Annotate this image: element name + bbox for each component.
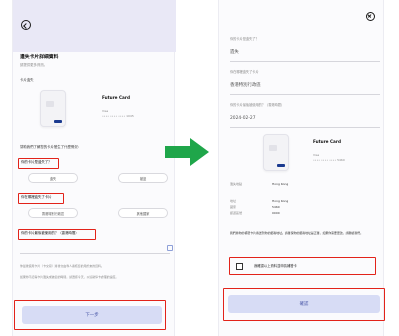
detail-label: 遺失地點 [230,182,243,186]
q2-option-hk-label: 香港特別行政區 [41,211,65,216]
close-icon[interactable] [366,12,375,21]
q1-option-lost[interactable]: 遺失 [28,173,78,183]
detail-value: 0000 [272,211,280,215]
back-arrow-icon[interactable] [21,20,31,30]
card-thumbnail [263,134,289,171]
q1-option-stolen[interactable]: 被盜 [118,173,168,183]
question-intro: 幫助我們了解您的卡片發生了什麼情況： [20,145,82,149]
card-number: •••• •••• •••• 5460 [313,158,345,162]
f2-divider [230,94,380,95]
page-title: 遺失卡片詳細資料 [20,55,59,60]
q1-option-lost-label: 遺失 [49,176,57,181]
visa-logo-icon [54,120,62,123]
card-name: Future Card [313,139,341,144]
calendar-icon[interactable] [167,245,173,251]
f3-label: 你的卡片最後被使用的？（香港時間） [230,103,285,107]
card-brand: Visa [313,153,320,157]
card-section-label: 卡片遺失 [20,78,34,82]
flow-arrow-icon [165,146,191,158]
card-thumbnail [40,90,66,127]
date-input[interactable] [20,253,170,254]
f2-value: 香港特別行政區 [230,83,261,88]
q3-label: 你的卡片最後被使用的？（香港時間） [21,231,79,235]
q1-option-stolen-label: 被盜 [139,176,147,181]
confirm-replacement-screen [218,0,384,336]
visa-logo-icon [277,164,285,167]
q2-label: 你在哪裡遺失了卡片 [21,195,52,199]
f3-value: 2024-02-27 [230,116,256,121]
card-chip-icon [269,145,277,151]
checkbox-label: 我確認以上資料並申請補發卡 [254,264,297,268]
card-chip-icon [46,101,54,107]
screen-header [13,0,176,52]
next-button[interactable]: 下一步 [22,306,162,324]
f1-value: 遺失 [230,50,239,55]
detail-value: 5460 [272,205,280,209]
f3-divider [230,127,380,128]
next-button-label: 下一步 [85,313,99,318]
q2-option-other-label: 其他國家 [136,211,150,216]
q2-option-other[interactable]: 其他國家 [118,208,168,218]
confirm-button[interactable]: 確認 [228,295,380,313]
card-brand: Visa [102,109,109,113]
detail-label: 地址 [230,199,237,203]
detail-label: 郵遞區號 [230,211,243,215]
note-line-1: 你最後使用卡片（卡交易）將會交由專人審核您的用於來的資料。 [20,264,104,268]
q2-option-hk[interactable]: 香港特別行政區 [28,208,78,218]
detail-label: 國家 [230,205,237,209]
card-name: Future Card [102,95,130,100]
page-subtitle: 請提供更多資訊。 [20,63,48,67]
flow-arrow-head-icon [190,138,209,166]
card-number: •••• •••• •••• 1045 [102,114,134,118]
confirm-button-label: 確認 [299,302,309,307]
f2-label: 你在哪裡遺失了卡片 [230,70,259,74]
f1-divider [230,61,380,62]
note-line-2: 如果你不記得卡片遺失或被盜的時間，請選擇今天，以協助停卡處理的速度。 [20,275,119,279]
f1-label: 你的卡片是遺失了？ [230,37,259,41]
q1-label: 你的卡片是遺失了？ [21,160,52,164]
tutorial-composite: 遺失卡片詳細資料 請提供更多資訊。 卡片遺失 Future Card Visa … [0,0,399,336]
confirm-checkbox[interactable] [236,263,243,270]
detail-value: Hong Kong [272,199,289,203]
replacement-note: 我們將你的補發卡片寄送到你的郵寄地址。請確保你的郵寄地址是正確，如果你需要更改，… [230,231,363,235]
detail-value: Hong Kong [272,182,289,186]
highlight-confirm-checkbox [229,257,376,275]
